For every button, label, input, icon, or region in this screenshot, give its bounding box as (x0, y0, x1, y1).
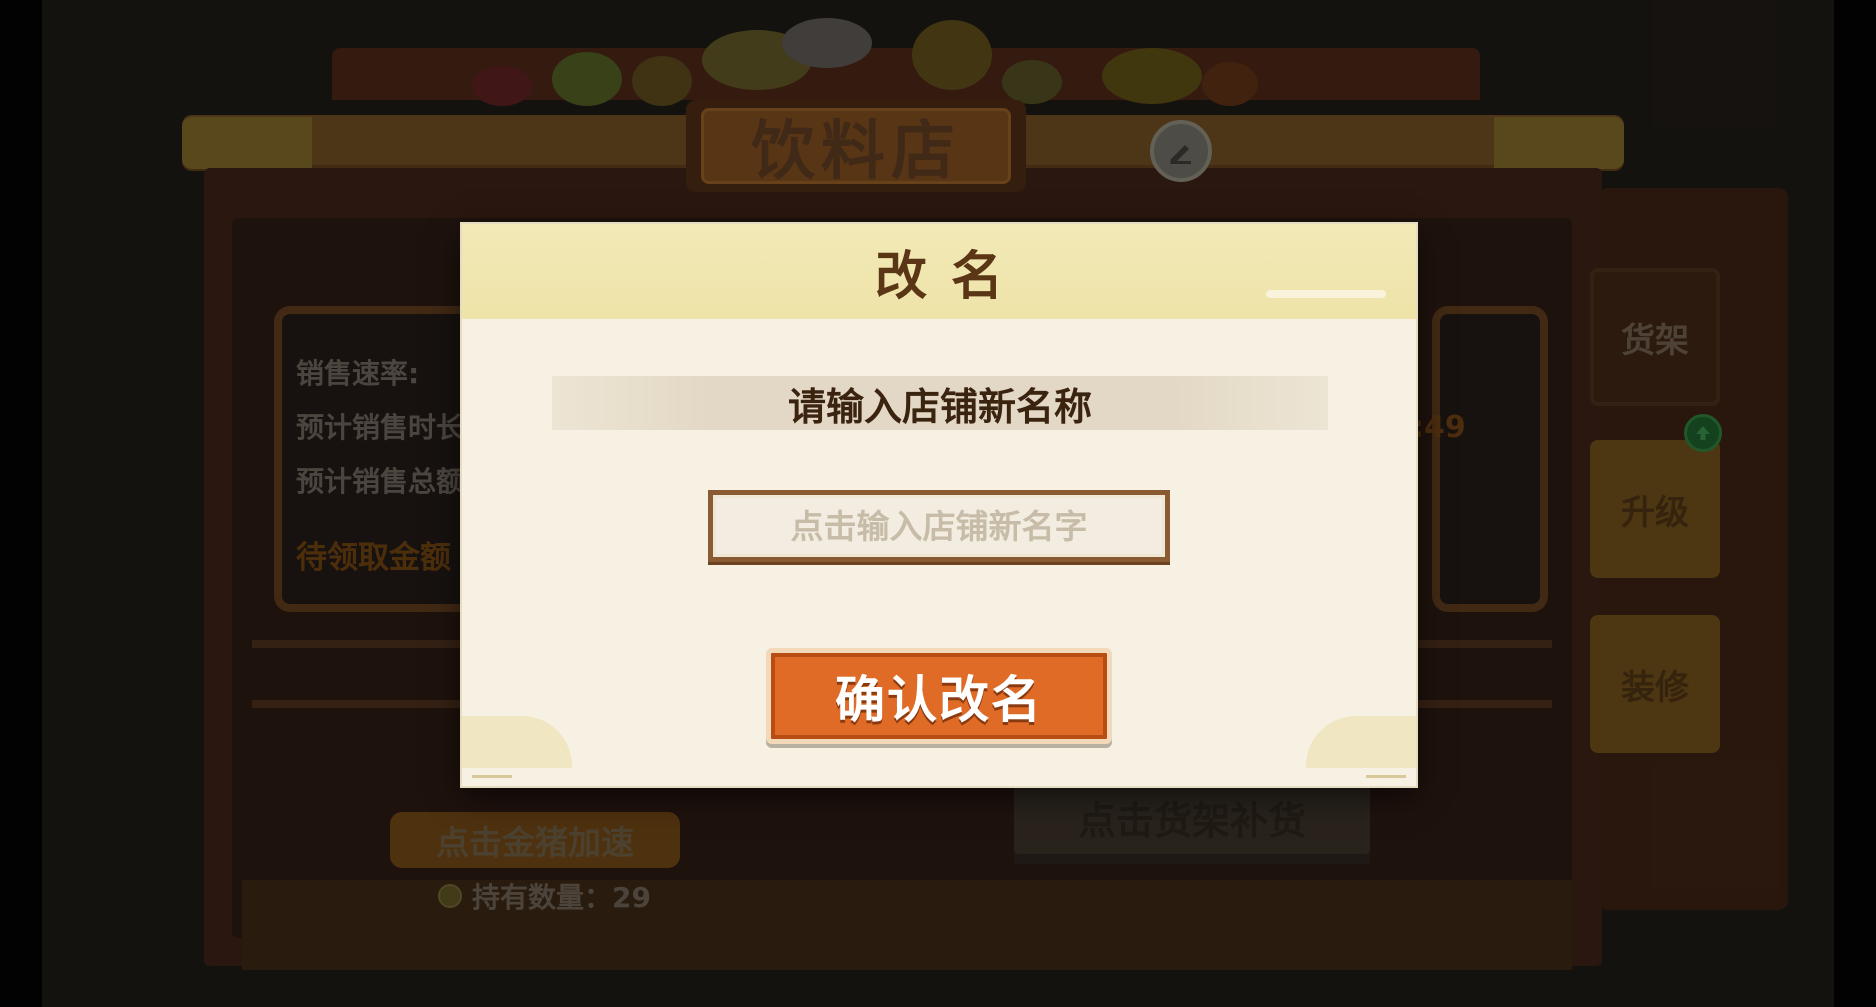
confirm-rename-button[interactable]: 确认改名 (766, 648, 1112, 744)
corner-ornament (1366, 759, 1406, 778)
rename-dialog: 改名 请输入店铺新名称 确认改名 (462, 224, 1416, 786)
dialog-title: 改名 (874, 246, 1027, 307)
shop-name-input[interactable] (708, 490, 1170, 562)
header-highlight (1266, 290, 1386, 298)
dialog-subtitle: 请输入店铺新名称 (787, 383, 1092, 429)
corner-ornament (472, 759, 512, 778)
dialog-header: 改名 (462, 224, 1416, 319)
game-screen: 饮料店 货架 升级 装修 销售速率: 预计销售时长 预计销售总额 待领取金额 :… (0, 0, 1876, 1007)
subtitle-banner: 请输入店铺新名称 (552, 376, 1328, 430)
confirm-rename-label: 确认改名 (835, 670, 1043, 729)
